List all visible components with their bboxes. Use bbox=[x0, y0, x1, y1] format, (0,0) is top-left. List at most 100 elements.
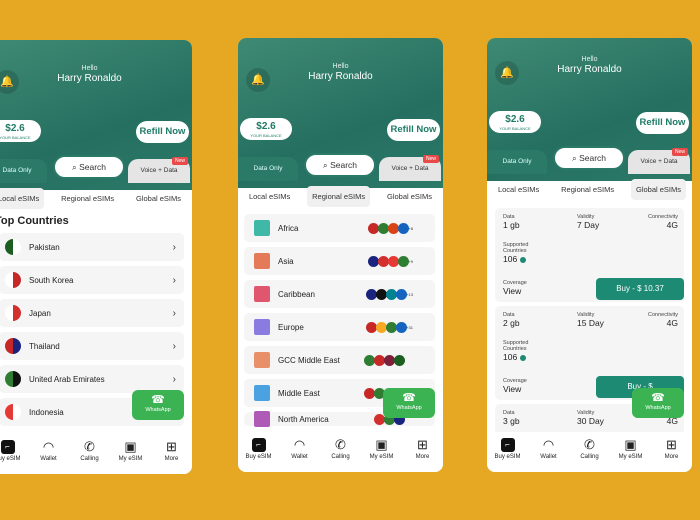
tab-voice-data[interactable]: Voice + Data New bbox=[628, 148, 690, 174]
nav-more[interactable]: ⊞ More bbox=[655, 436, 689, 472]
whatsapp-label: WhatsApp bbox=[396, 405, 422, 411]
balance-pill[interactable]: $2.6 YOUR BALANCE bbox=[0, 120, 41, 142]
search-button[interactable]: ⌕ Search bbox=[53, 155, 125, 179]
region-map-icon bbox=[254, 253, 270, 269]
search-label: Search bbox=[579, 153, 607, 163]
validity-value: 30 Day bbox=[577, 416, 604, 426]
info-icon[interactable] bbox=[519, 256, 526, 263]
tab-data-only[interactable]: Data Only bbox=[487, 150, 547, 174]
region-map-icon bbox=[254, 220, 270, 236]
new-badge: New bbox=[171, 157, 188, 165]
region-row[interactable]: Africa +8 bbox=[244, 214, 435, 242]
nav-calling[interactable]: ✆ Calling bbox=[573, 436, 607, 472]
region-row[interactable]: GCC Middle East bbox=[244, 346, 435, 374]
more-countries-count: +31 bbox=[406, 324, 413, 330]
nav-buy-esim[interactable]: ⌐ Buy eSIM bbox=[242, 436, 276, 472]
tab-data-only[interactable]: Data Only bbox=[0, 159, 47, 183]
country-name: Japan bbox=[29, 308, 51, 318]
sim-icon: ⌐ bbox=[500, 438, 515, 452]
balance-pill[interactable]: $2.6 YOUR BALANCE bbox=[489, 111, 541, 133]
nav-calling[interactable]: ✆ Calling bbox=[73, 438, 107, 474]
esim-tabs: Local eSIMs Regional eSIMs Global eSIMs bbox=[487, 179, 692, 200]
data-value: 2 gb bbox=[503, 318, 520, 328]
country-row[interactable]: Japan › bbox=[0, 299, 184, 327]
esim-tabs: Local eSIMs Regional eSIMs Global eSIMs bbox=[238, 186, 443, 207]
balance-pill[interactable]: $2.6 YOUR BALANCE bbox=[240, 118, 292, 140]
validity-value: 15 Day bbox=[577, 318, 604, 328]
connectivity-value: 4G bbox=[666, 318, 678, 328]
nav-buy-esim[interactable]: ⌐ Buy eSIM bbox=[491, 436, 525, 472]
tab-global-esims[interactable]: Global eSIMs bbox=[631, 179, 687, 200]
supported-countries-label: Supported Countries bbox=[503, 340, 529, 352]
refill-now-button[interactable]: Refill Now bbox=[636, 112, 689, 134]
nav-label: Buy eSIM bbox=[245, 454, 272, 460]
tab-local-esims[interactable]: Local eSIMs bbox=[493, 179, 544, 200]
region-row[interactable]: Europe +31 bbox=[244, 313, 435, 341]
whatsapp-label: WhatsApp bbox=[145, 407, 171, 413]
nav-buy-esim[interactable]: ⌐ Buy eSIM bbox=[0, 438, 25, 474]
country-row[interactable]: Thailand › bbox=[0, 332, 184, 360]
validity: Validity 15 Day bbox=[577, 312, 604, 328]
search-button[interactable]: ⌕ Search bbox=[553, 146, 625, 170]
plan-card: Data 1 gb Validity 7 Day Connectivity 4G Suppo… bbox=[495, 208, 684, 302]
nav-label: Buy eSIM bbox=[0, 456, 21, 462]
region-row[interactable]: Caribbean +13 bbox=[244, 280, 435, 308]
nav-wallet[interactable]: ◠ Wallet bbox=[532, 436, 566, 472]
buy-button[interactable]: Buy - $ 10.37 bbox=[596, 278, 684, 300]
supported-countries-label: Supported Countries bbox=[503, 242, 529, 254]
supported-countries-value: 106 bbox=[503, 352, 543, 362]
nav-label: My eSIM bbox=[618, 454, 643, 460]
nav-label: Wallet bbox=[291, 454, 308, 460]
phone-icon: ✆ bbox=[84, 439, 95, 454]
validity-value: 7 Day bbox=[577, 220, 600, 230]
country-row[interactable]: Pakistan › bbox=[0, 233, 184, 261]
whatsapp-button[interactable]: ☎ WhatsApp bbox=[132, 390, 184, 420]
tab-regional-esims[interactable]: Regional eSIMs bbox=[556, 179, 619, 200]
nav-more[interactable]: ⊞ More bbox=[406, 436, 440, 472]
region-map-icon bbox=[254, 411, 270, 427]
nav-calling[interactable]: ✆ Calling bbox=[324, 436, 358, 472]
sim-icon: ⌐ bbox=[251, 438, 266, 452]
balance-label: YOUR BALANCE bbox=[250, 133, 282, 138]
voice-data-label: Voice + Data bbox=[391, 165, 429, 172]
nav-my-esim[interactable]: ▣ My eSIM bbox=[614, 436, 648, 472]
data-value: 1 gb bbox=[503, 220, 520, 230]
region-row[interactable]: Asia +9 bbox=[244, 247, 435, 275]
tab-regional-esims[interactable]: Regional eSIMs bbox=[307, 186, 371, 207]
nav-wallet[interactable]: ◠ Wallet bbox=[283, 436, 317, 472]
plan-type-tabs: Data Only ⌕ Search Voice + Data New bbox=[487, 146, 692, 174]
wallet-icon: ◠ bbox=[42, 439, 55, 454]
coverage-view-link[interactable]: View bbox=[503, 286, 527, 296]
nav-my-esim[interactable]: ▣ My eSIM bbox=[365, 436, 399, 472]
tab-global-esims[interactable]: Global eSIMs bbox=[382, 186, 437, 207]
nav-my-esim[interactable]: ▣ My eSIM bbox=[114, 438, 148, 474]
tab-local-esims[interactable]: Local eSIMs bbox=[0, 188, 45, 209]
tab-local-esims[interactable]: Local eSIMs bbox=[244, 186, 295, 207]
tab-regional-esims[interactable]: Regional eSIMs bbox=[56, 188, 119, 209]
country-row[interactable]: United Arab Emirates › bbox=[0, 365, 184, 393]
my-esim-icon: ▣ bbox=[624, 437, 637, 452]
coverage: Coverage View bbox=[503, 280, 527, 296]
tab-data-only[interactable]: Data Only bbox=[238, 157, 298, 181]
nav-more[interactable]: ⊞ More bbox=[155, 438, 189, 474]
tab-global-esims[interactable]: Global eSIMs bbox=[131, 188, 186, 209]
refill-now-button[interactable]: Refill Now bbox=[136, 121, 189, 143]
region-flags: +13 bbox=[366, 288, 413, 300]
whatsapp-icon: ☎ bbox=[151, 394, 165, 406]
phone-icon: ✆ bbox=[584, 437, 595, 452]
info-icon[interactable] bbox=[519, 354, 526, 361]
wallet-icon: ◠ bbox=[293, 437, 306, 452]
plan-card: Data 2 gb Validity 15 Day Connectivity 4G Supp… bbox=[495, 306, 684, 400]
tab-voice-data[interactable]: Voice + Data New bbox=[128, 157, 190, 183]
tab-voice-data[interactable]: Voice + Data New bbox=[379, 155, 441, 181]
sim-icon: ⌐ bbox=[0, 440, 15, 454]
whatsapp-button[interactable]: ☎ WhatsApp bbox=[632, 388, 684, 418]
search-button[interactable]: ⌕ Search bbox=[304, 153, 376, 177]
whatsapp-button[interactable]: ☎ WhatsApp bbox=[383, 388, 435, 418]
search-label: Search bbox=[79, 162, 107, 172]
nav-wallet[interactable]: ◠ Wallet bbox=[32, 438, 66, 474]
coverage-view-link[interactable]: View bbox=[503, 384, 527, 394]
region-flags: +31 bbox=[366, 321, 413, 333]
country-row[interactable]: South Korea › bbox=[0, 266, 184, 294]
refill-now-button[interactable]: Refill Now bbox=[387, 119, 440, 141]
